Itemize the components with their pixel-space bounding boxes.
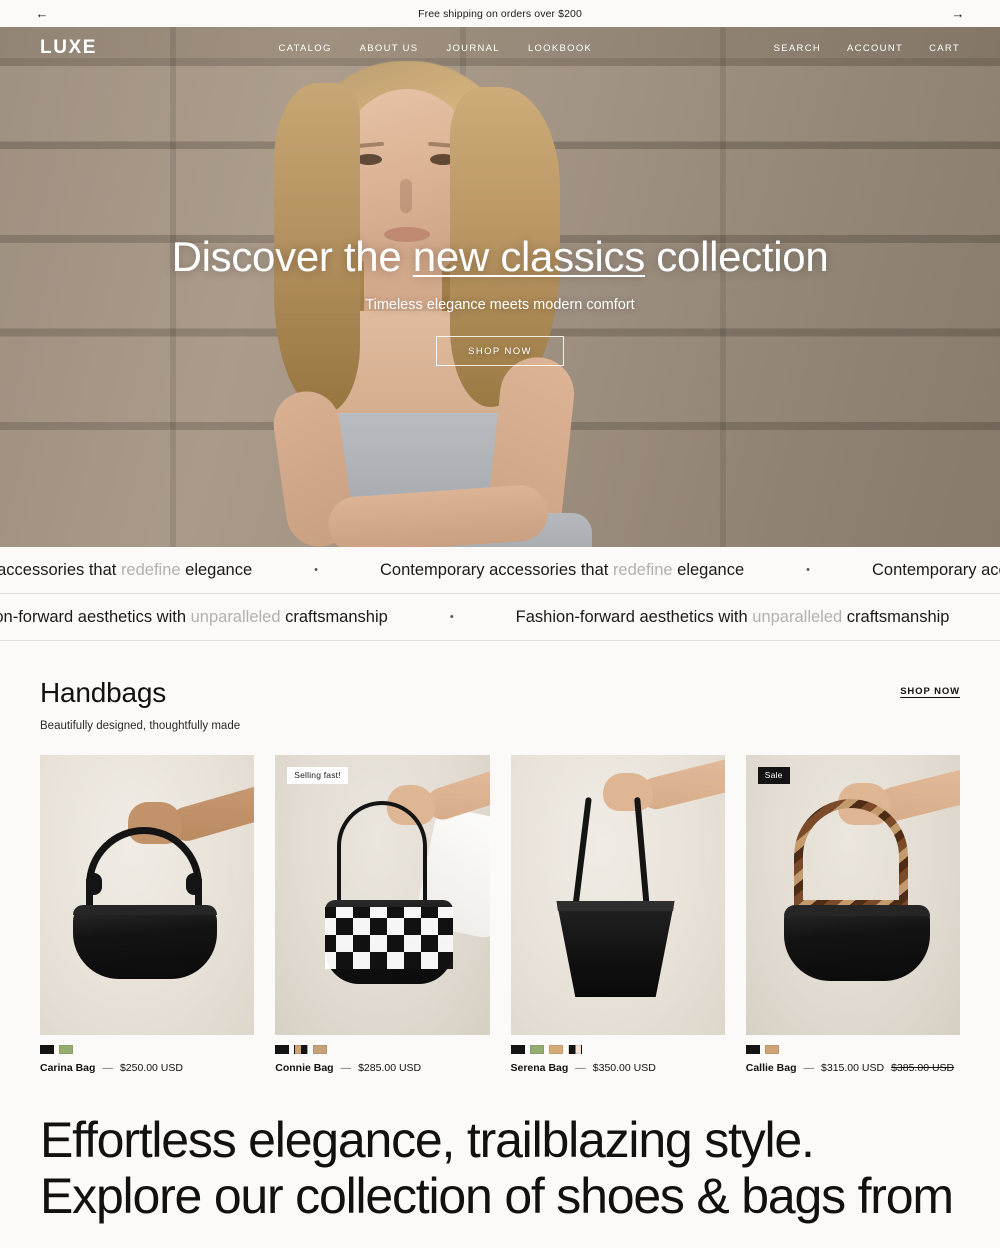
promo-line-1: Effortless elegance, trailblazing style.	[40, 1112, 815, 1168]
marquee-track: Contemporary accessories that redefine e…	[0, 561, 1000, 580]
swatch[interactable]	[510, 1045, 525, 1054]
announcement-text: Free shipping on orders over $200	[418, 7, 582, 20]
product-name[interactable]: Connie Bag	[275, 1062, 333, 1074]
hero-title-pre: Discover the	[171, 233, 413, 280]
marquee-highlight: redefine	[120, 560, 181, 579]
marquee-item: Fashion-forward aesthetics with unparall…	[0, 608, 388, 627]
promo-headline: Effortless elegance, trailblazing style.…	[0, 1112, 1000, 1224]
color-swatches[interactable]	[40, 1045, 254, 1054]
nav-item-journal[interactable]: JOURNAL	[446, 43, 499, 54]
marquee-item: Contemporary accessories that redefine e…	[0, 561, 252, 580]
product-name[interactable]: Serena Bag	[511, 1062, 569, 1074]
product-card[interactable]: Carina Bag — $250.00 USD	[40, 755, 255, 1074]
arrow-right-icon[interactable]: →	[950, 7, 966, 20]
swatch[interactable]	[567, 1045, 582, 1054]
handbags-collection-section: Handbags Beautifully designed, thoughtfu…	[0, 641, 1000, 1074]
color-swatches[interactable]	[745, 1045, 960, 1054]
marquee-separator: •	[806, 564, 810, 576]
product-compare-price: $385.00 USD	[891, 1062, 955, 1074]
product-dash: —	[102, 1062, 113, 1074]
marquee-post: craftsmanship	[280, 607, 388, 626]
marquee-item: Fashion-forward aesthetics with unparall…	[516, 608, 950, 627]
marquee-pre: Fashion-forward aesthetics with	[0, 607, 187, 626]
hero-banner: LUXE CATALOG ABOUT US JOURNAL LOOKBOOK S…	[0, 27, 1000, 547]
marquee-track: Fashion-forward aesthetics with unparall…	[0, 608, 1000, 627]
color-swatches[interactable]	[510, 1045, 725, 1054]
product-badge: Sale	[757, 767, 790, 784]
product-price: $350.00 USD	[592, 1062, 656, 1074]
marquee-highlight: unparalleled	[752, 607, 843, 626]
announcement-bar: ← Free shipping on orders over $200 →	[0, 0, 1000, 27]
product-dash: —	[575, 1062, 586, 1074]
marquee-pre: Contemporary accessories that	[0, 560, 117, 579]
swatch[interactable]	[745, 1045, 760, 1054]
swatch[interactable]	[764, 1045, 779, 1054]
arrow-left-icon[interactable]: ←	[34, 7, 50, 20]
search-link[interactable]: SEARCH	[774, 43, 821, 54]
marquee-pre: Contemporary accessories that	[380, 560, 613, 579]
main-nav: CATALOG ABOUT US JOURNAL LOOKBOOK	[279, 43, 593, 54]
swatch[interactable]	[275, 1045, 290, 1054]
site-header: LUXE CATALOG ABOUT US JOURNAL LOOKBOOK S…	[0, 27, 1000, 69]
hero-title-post: collection	[644, 233, 829, 280]
swatch[interactable]	[59, 1045, 73, 1054]
product-image[interactable]	[275, 755, 490, 1035]
product-card[interactable]: Selling fast! Connie Bag — $285.00 USD	[275, 755, 490, 1074]
product-meta: Callie Bag — $315.00 USD $385.00 USD	[746, 1062, 960, 1074]
product-meta: Carina Bag — $250.00 USD	[40, 1062, 254, 1074]
marquee-separator: •	[449, 611, 454, 623]
product-meta: Serena Bag — $350.00 USD	[511, 1062, 725, 1074]
hero-title: Discover the new classics collection	[172, 233, 829, 281]
nav-item-catalog[interactable]: CATALOG	[279, 43, 332, 54]
marquee-separator: •	[949, 611, 1000, 623]
nav-item-about-us[interactable]: ABOUT US	[360, 43, 419, 54]
product-price: $285.00 USD	[358, 1062, 422, 1074]
swatch[interactable]	[294, 1045, 309, 1054]
marquee-row-1: Contemporary accessories that redefine e…	[0, 547, 1000, 594]
marquee-post: elegance	[180, 560, 253, 579]
marquee-item: Contemporary accessories that redefine e…	[872, 561, 1000, 580]
swatch[interactable]	[313, 1045, 328, 1054]
marquee-item: Contemporary accessories that redefine e…	[380, 561, 744, 580]
collection-title: Handbags	[40, 677, 167, 708]
hero-shop-now-button[interactable]: SHOP NOW	[436, 336, 564, 366]
logo[interactable]: LUXE	[40, 37, 97, 59]
swatch[interactable]	[529, 1045, 544, 1054]
product-price: $250.00 USD	[119, 1062, 183, 1074]
product-image[interactable]	[745, 755, 960, 1035]
collection-subtitle: Beautifully designed, thoughtfully made	[40, 720, 241, 732]
color-swatches[interactable]	[275, 1045, 489, 1054]
product-dash: —	[340, 1062, 352, 1074]
marquee-post: elegance	[672, 560, 745, 579]
account-link[interactable]: ACCOUNT	[847, 43, 903, 54]
product-meta: Connie Bag — $285.00 USD	[275, 1062, 489, 1074]
marquee-highlight: unparalleled	[190, 607, 281, 626]
collection-shop-now-link[interactable]: SHOP NOW	[900, 686, 960, 697]
cart-link[interactable]: CART	[929, 43, 960, 54]
product-image[interactable]	[510, 755, 725, 1035]
product-name[interactable]: Carina Bag	[40, 1062, 95, 1074]
marquee-post: craftsmanship	[842, 607, 950, 626]
collection-header: Handbags Beautifully designed, thoughtfu…	[40, 677, 960, 732]
marquee-separator: •	[314, 564, 318, 576]
product-card[interactable]: Sale Callie Bag — $315.00 USD $385.00 US…	[745, 755, 960, 1074]
nav-item-lookbook[interactable]: LOOKBOOK	[528, 43, 592, 54]
swatch[interactable]	[548, 1045, 563, 1054]
product-card[interactable]: Serena Bag — $350.00 USD	[510, 755, 725, 1074]
marquee-pre: Contemporary accessories that	[872, 560, 1000, 579]
marquee-pre: Fashion-forward aesthetics with	[515, 607, 753, 626]
product-image[interactable]	[40, 755, 255, 1035]
product-dash: —	[803, 1062, 815, 1074]
marquee-highlight: redefine	[612, 560, 673, 579]
promo-line-2: Explore our collection of shoes & bags f…	[40, 1168, 954, 1224]
product-price: $315.00 USD	[821, 1062, 885, 1074]
utility-nav: SEARCH ACCOUNT CART	[774, 43, 960, 54]
swatch[interactable]	[40, 1045, 54, 1054]
product-badge: Selling fast!	[287, 767, 348, 784]
hero-title-underlined: new classics	[412, 233, 645, 280]
product-grid: Carina Bag — $250.00 USD Selling fast! C…	[40, 755, 960, 1074]
hero-subtitle: Timeless elegance meets modern comfort	[365, 297, 635, 313]
product-name[interactable]: Callie Bag	[746, 1062, 797, 1074]
marquee-row-2: Fashion-forward aesthetics with unparall…	[0, 594, 1000, 641]
